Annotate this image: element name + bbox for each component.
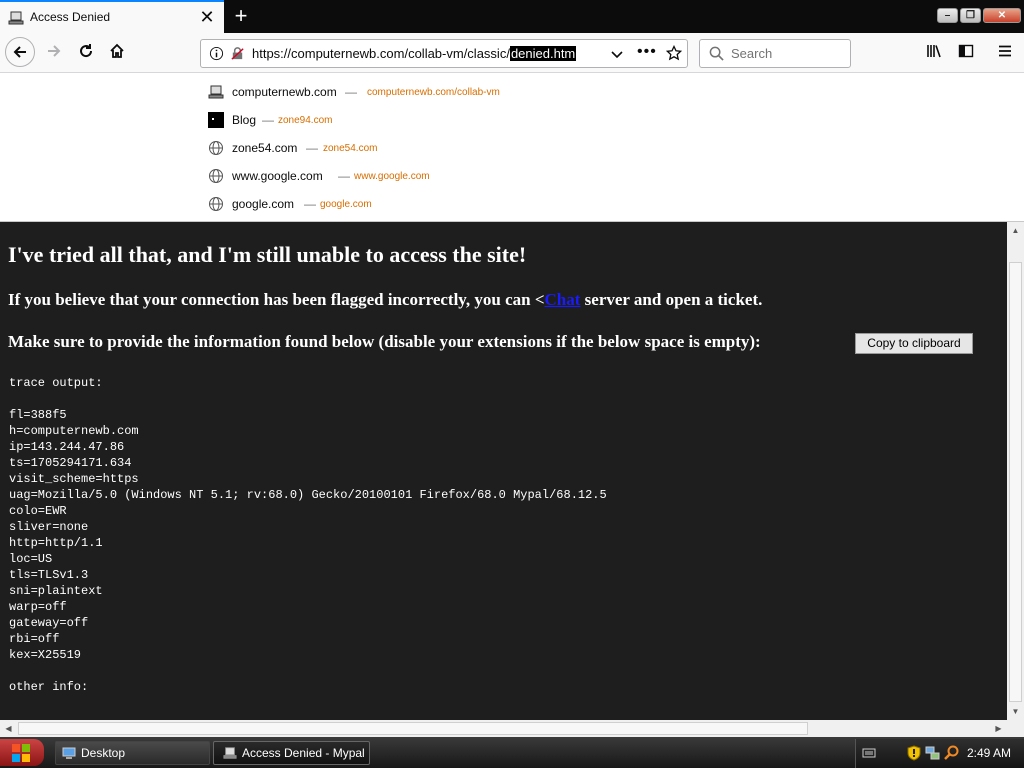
flagged-text-before: If you believe that your connection has … xyxy=(8,290,545,309)
hamburger-menu-icon xyxy=(999,45,1011,57)
chat-link[interactable]: Chat xyxy=(545,290,581,309)
search-icon xyxy=(709,46,724,61)
maximize-button[interactable]: ❐ xyxy=(960,8,981,23)
suggestion-url: computernewb.com/collab-vm xyxy=(367,87,500,98)
info-icon[interactable] xyxy=(209,46,224,61)
search-bar[interactable]: Search xyxy=(699,39,851,68)
search-placeholder: Search xyxy=(731,46,773,61)
scroll-down-arrow-icon[interactable]: ▼ xyxy=(1007,703,1024,720)
library-icon xyxy=(927,45,941,58)
flagged-text-after: server and open a ticket. xyxy=(580,290,763,309)
clock: 2:49 AM xyxy=(967,746,1012,760)
suggestion-separator: — xyxy=(306,141,318,155)
site-icon xyxy=(208,85,224,99)
menu-button[interactable] xyxy=(991,39,1019,67)
suggestion-url: google.com xyxy=(320,199,372,210)
tab-title: Access Denied xyxy=(30,10,111,24)
insecure-lock-icon[interactable] xyxy=(230,46,245,61)
security-shield-icon[interactable] xyxy=(907,745,921,761)
url-unselected: https://computernewb.com/collab-vm/class… xyxy=(252,46,510,61)
library-button[interactable] xyxy=(920,39,948,67)
new-tab-button[interactable]: + xyxy=(230,4,252,28)
suggestion-title: zone54.com xyxy=(232,141,298,155)
scroll-right-arrow-icon[interactable]: ▶ xyxy=(990,720,1007,737)
back-button[interactable] xyxy=(5,37,35,67)
suggestion-separator: — xyxy=(304,197,316,211)
taskbar-browser-button[interactable]: Access Denied - Mypal xyxy=(213,741,370,765)
close-tab-icon[interactable]: ✕ xyxy=(198,8,216,26)
url-text[interactable]: https://computernewb.com/collab-vm/class… xyxy=(252,46,577,61)
site-favicon-icon xyxy=(8,11,24,25)
blog-icon xyxy=(208,112,224,128)
sidebar-icon xyxy=(958,44,974,58)
sidebar-button[interactable] xyxy=(952,39,980,67)
copy-to-clipboard-button[interactable]: Copy to clipboard xyxy=(855,333,973,354)
search-tray-icon[interactable] xyxy=(944,745,960,761)
suggestion-url: www.google.com xyxy=(354,171,430,182)
window-close-button[interactable]: ✕ xyxy=(983,8,1021,23)
chevron-down-icon[interactable] xyxy=(611,48,623,60)
taskbar-browser-label: Access Denied - Mypal xyxy=(242,746,365,760)
taskbar-desktop-label: Desktop xyxy=(81,746,126,760)
url-bar[interactable]: https://computernewb.com/collab-vm/class… xyxy=(200,39,688,68)
url-suggestions-dropdown xyxy=(0,73,1024,222)
suggestion-url: zone94.com xyxy=(278,115,333,126)
suggestion-separator: — xyxy=(262,113,274,127)
suggestion-url: zone54.com xyxy=(323,143,378,154)
suggestion-title: www.google.com xyxy=(232,169,323,183)
desktop-icon xyxy=(62,747,76,759)
home-button[interactable] xyxy=(103,39,131,67)
start-button[interactable] xyxy=(0,739,44,766)
suggestion-title: google.com xyxy=(232,197,295,211)
forward-button[interactable] xyxy=(40,39,68,67)
network-icon[interactable] xyxy=(925,745,941,761)
trace-output: trace output: fl=388f5 h=computernewb.co… xyxy=(9,376,607,694)
tab-access-denied[interactable]: Access Denied ✕ xyxy=(0,0,224,33)
suggestion-separator: — xyxy=(338,169,350,183)
bookmark-star-icon[interactable] xyxy=(666,45,682,61)
globe-icon xyxy=(209,197,223,211)
suggestion-separator: — xyxy=(345,85,357,99)
info-instructions: Make sure to provide the information fou… xyxy=(8,332,761,351)
page-actions-icon[interactable]: ••• xyxy=(637,43,657,61)
scrollbar-corner xyxy=(1007,720,1024,737)
flagged-message: If you believe that your connection has … xyxy=(8,290,762,310)
vertical-scroll-thumb[interactable] xyxy=(1009,262,1022,702)
reload-icon xyxy=(80,44,93,58)
scroll-up-arrow-icon[interactable]: ▲ xyxy=(1007,222,1024,239)
globe-icon xyxy=(209,141,223,155)
keyboard-icon[interactable] xyxy=(862,746,876,760)
forward-arrow-icon xyxy=(48,45,61,57)
windows-logo-icon xyxy=(12,744,30,762)
suggestion-title: Blog xyxy=(232,113,257,127)
page-heading: I've tried all that, and I'm still unabl… xyxy=(8,242,527,267)
url-selected: denied.htm xyxy=(509,46,577,61)
minimize-button[interactable]: – xyxy=(937,8,958,23)
home-icon xyxy=(110,43,124,58)
scroll-left-arrow-icon[interactable]: ◀ xyxy=(0,720,17,737)
browser-favicon-icon xyxy=(223,747,237,759)
suggestion-title: computernewb.com xyxy=(232,85,337,99)
taskbar-desktop-button[interactable]: Desktop xyxy=(55,741,210,765)
back-arrow-icon xyxy=(13,46,26,58)
globe-icon xyxy=(209,169,223,183)
reload-button[interactable] xyxy=(72,39,100,67)
horizontal-scroll-thumb[interactable] xyxy=(18,722,808,735)
page-content: I've tried all that, and I'm still unabl… xyxy=(0,222,1007,720)
